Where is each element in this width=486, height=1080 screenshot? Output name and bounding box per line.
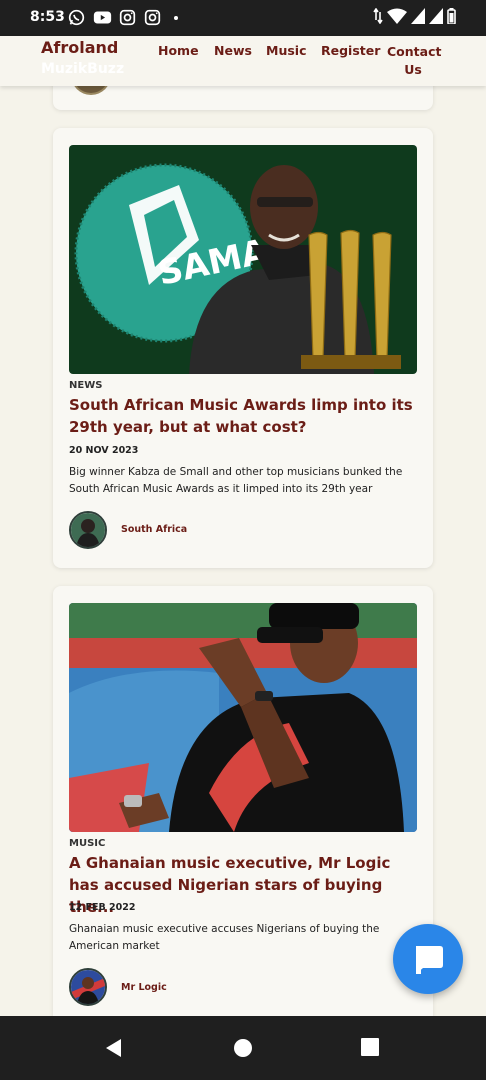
wifi-icon (387, 8, 407, 24)
data-arrows-icon (373, 8, 383, 24)
site-logo[interactable]: Afroland MuzikBuzz (41, 38, 124, 80)
author-avatar[interactable] (69, 968, 107, 1006)
article-excerpt: Big winner Kabza de Small and other top … (69, 466, 403, 495)
article-card[interactable]: MUSIC A Ghanaian music executive, Mr Log… (53, 586, 433, 1026)
brand-name: Afroland (41, 38, 119, 57)
status-bar: 8:53 (0, 0, 486, 36)
article-category: NEWS (69, 380, 103, 391)
article-date: 12 FEB 2022 (69, 902, 136, 913)
instagram-icon (144, 9, 161, 26)
notification-dot (174, 16, 178, 20)
site-header: Afroland MuzikBuzz Home News Music Regis… (0, 36, 486, 86)
recents-icon[interactable] (361, 1038, 379, 1056)
article-category: MUSIC (69, 838, 106, 849)
status-right-icons (373, 8, 456, 24)
author-avatar[interactable] (69, 511, 107, 549)
mr-logic-photo (69, 603, 417, 832)
nav-home[interactable]: Home (158, 43, 199, 58)
system-nav-bar (0, 1016, 486, 1080)
nav-contact-line2: Us (404, 62, 422, 77)
signal-icon (429, 8, 443, 24)
nav-contact-line1: Contact (387, 44, 442, 59)
article-title[interactable]: South African Music Awards limp into its… (69, 394, 417, 438)
instagram-icon (119, 9, 136, 26)
sama-photo: SAMA (69, 145, 417, 374)
back-icon[interactable] (104, 1038, 124, 1058)
whatsapp-icon (68, 9, 85, 26)
status-time: 8:53 (30, 9, 65, 25)
nav-music[interactable]: Music (266, 43, 306, 58)
youtube-icon (93, 11, 112, 24)
nav-contact-us[interactable]: Contact Us (387, 43, 442, 79)
nav-news[interactable]: News (214, 43, 252, 58)
article-date: 20 NOV 2023 (69, 445, 139, 456)
author-name[interactable]: South Africa (121, 524, 187, 535)
nav-register[interactable]: Register (321, 43, 380, 58)
article-thumbnail[interactable] (69, 603, 417, 832)
brand-subname: MuzikBuzz (41, 61, 125, 77)
signal-icon (411, 8, 425, 24)
author-name[interactable]: Mr Logic (121, 982, 167, 993)
article-thumbnail[interactable]: SAMA (69, 145, 417, 374)
battery-icon (447, 8, 456, 24)
chat-icon (416, 946, 443, 974)
article-card[interactable]: SAMA NEWS South African Music Awards lim… (53, 128, 433, 568)
chat-button[interactable] (393, 924, 463, 994)
home-icon[interactable] (233, 1038, 253, 1058)
article-excerpt: Ghanaian music executive accuses Nigeria… (69, 923, 380, 952)
